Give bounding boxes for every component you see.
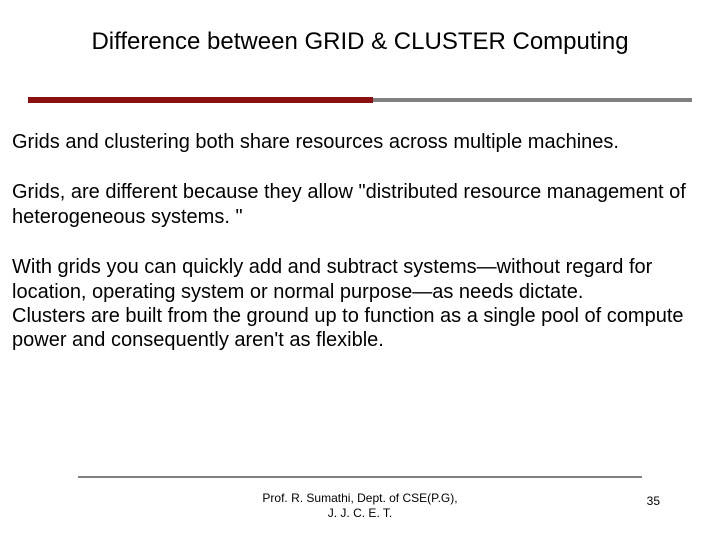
footer-center: Prof. R. Sumathi, Dept. of CSE(P.G), J. … [0, 491, 720, 522]
paragraph-3b: Clusters are built from the ground up to… [12, 305, 684, 351]
paragraph-2: Grids, are different because they allow … [12, 180, 708, 229]
footer-rule [78, 476, 642, 478]
slide-title: Difference between GRID & CLUSTER Comput… [0, 28, 720, 56]
paragraph-3: With grids you can quickly add and subtr… [12, 255, 708, 353]
title-underline [28, 98, 692, 102]
slide-body: Grids and clustering both share resource… [12, 130, 708, 353]
title-underline-accent [28, 97, 373, 103]
paragraph-1: Grids and clustering both share resource… [12, 130, 708, 154]
slide: Difference between GRID & CLUSTER Comput… [0, 0, 720, 540]
page-number: 35 [647, 494, 660, 508]
footer-line-1: Prof. R. Sumathi, Dept. of CSE(P.G), [262, 491, 457, 505]
paragraph-3a: With grids you can quickly add and subtr… [12, 256, 652, 302]
footer-line-2: J. J. C. E. T. [328, 506, 392, 520]
